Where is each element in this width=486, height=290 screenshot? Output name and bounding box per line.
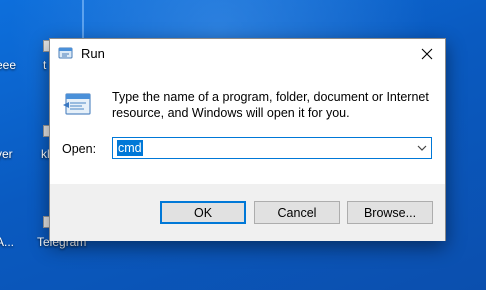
wallpaper-light-beam [82, 0, 84, 40]
close-button[interactable] [409, 39, 445, 69]
desktop-icon-label[interactable]: yer [0, 147, 13, 161]
open-input-value[interactable]: cmd [117, 140, 143, 156]
browse-button[interactable]: Browse... [347, 201, 433, 224]
run-description: Type the name of a program, folder, docu… [112, 90, 429, 120]
open-label: Open: [62, 142, 97, 156]
run-icon [58, 47, 73, 59]
cancel-button[interactable]: Cancel [254, 201, 340, 224]
dialog-title: Run [81, 46, 105, 61]
title-bar[interactable]: Run [50, 39, 445, 69]
desktop-icon-label[interactable]: eee [0, 58, 16, 72]
run-dialog: Run Type the name of a program, folder, … [49, 38, 446, 241]
open-combobox[interactable]: cmd [112, 137, 432, 159]
desktop-icon-label[interactable]: A... [0, 235, 14, 249]
close-icon [421, 48, 433, 60]
run-program-icon [63, 93, 91, 115]
ok-button[interactable]: OK [160, 201, 246, 224]
desktop-icon-label[interactable]: t [43, 58, 46, 72]
chevron-down-icon[interactable] [416, 142, 428, 154]
